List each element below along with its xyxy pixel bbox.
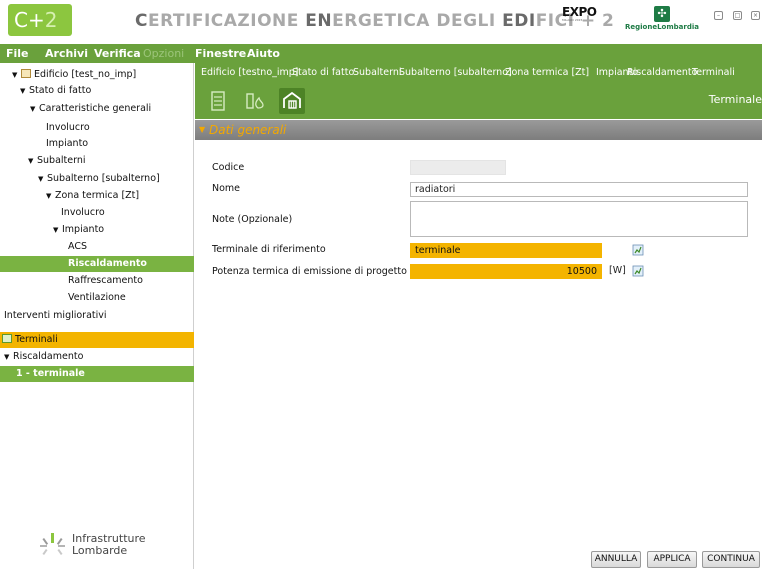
close-button[interactable]: × [751, 11, 760, 20]
logo-text: C+ [14, 8, 45, 32]
applica-button[interactable]: APPLICA [647, 551, 697, 568]
toolbar-title: Terminale [708, 93, 762, 106]
minimize-button[interactable]: – [714, 11, 723, 20]
tree-item-involucro[interactable]: Involucro [0, 120, 194, 136]
section-title: Dati generali [209, 123, 287, 137]
expand-icon[interactable]: ▼ [20, 83, 29, 99]
tree-item-stato-di-fatto[interactable]: ▼ Stato di fatto [0, 83, 194, 99]
breadcrumb-edificio[interactable]: Edificio [testno_imp] [201, 63, 299, 83]
note-textarea[interactable] [410, 201, 748, 237]
tree-item-edificio[interactable]: ▼ Edificio [test_no_imp] [0, 67, 194, 83]
terminale-select[interactable]: terminale [410, 243, 602, 258]
tree-item-ventilazione[interactable]: Ventilazione [0, 290, 194, 306]
breadcrumb-zona-termica[interactable]: Zona termica [Zt] [505, 63, 589, 83]
navigation-tree: ▼ Edificio [test_no_imp] ▼ Stato di fatto … [0, 63, 194, 569]
regione-mark-icon: ✣ [654, 6, 670, 22]
expand-icon[interactable]: ▼ [46, 188, 55, 204]
menu-aiuto[interactable]: Aiuto [247, 44, 280, 63]
tree-item-acs[interactable]: ACS [0, 239, 194, 255]
menu-finestre[interactable]: Finestre [195, 44, 246, 63]
tree-item-impianto[interactable]: Impianto [0, 136, 194, 152]
maximize-button[interactable]: □ [733, 11, 742, 20]
menu-verifica[interactable]: Verifica [94, 44, 141, 63]
collapse-icon[interactable]: ▼ [199, 125, 205, 134]
expand-icon[interactable]: ▼ [12, 67, 21, 83]
app-header: C+2 CERTIFICAZIONE ENERGETICA DEGLI EDIF… [0, 0, 762, 44]
menu-opzioni[interactable]: Opzioni [143, 44, 184, 63]
expand-icon[interactable]: ▼ [28, 153, 37, 169]
expand-icon[interactable]: ▼ [38, 171, 47, 187]
tree-item-riscaldamento[interactable]: Riscaldamento [0, 256, 194, 272]
breadcrumb-subalterno[interactable]: Subalterno [subalterno] [399, 63, 512, 83]
terminal-icon [2, 334, 12, 343]
note-label: Note (Opzionale) [212, 214, 293, 225]
codice-field [410, 160, 506, 175]
tree-item-involucro-zona[interactable]: Involucro [0, 205, 194, 221]
expand-icon[interactable]: ▼ [30, 101, 39, 117]
tree-item-interventi-migliorativi[interactable]: Interventi migliorativi [0, 308, 194, 324]
terminale-label: Terminale di riferimento [212, 244, 326, 255]
edit-terminale-icon[interactable] [632, 244, 644, 256]
tree-item-zona-termica[interactable]: ▼ Zona termica [Zt] [0, 188, 194, 204]
breadcrumb-riscaldamento[interactable]: Riscaldamento [627, 63, 697, 83]
tree-item-raffrescamento[interactable]: Raffrescamento [0, 273, 194, 289]
tree-item-impianto-zona[interactable]: ▼ Impianto [0, 222, 194, 238]
tree-item-caratteristiche-generali[interactable]: ▼ Caratteristiche generali [0, 101, 194, 117]
section-header-dati-generali[interactable]: ▼ Dati generali [195, 120, 762, 140]
breadcrumb-subalterni[interactable]: Subalterni [353, 63, 402, 83]
tree-item-subalterno[interactable]: ▼ Subalterno [subalterno] [0, 171, 194, 187]
codice-label: Codice [212, 162, 245, 173]
nome-input[interactable]: radiatori [410, 182, 748, 197]
menu-bar: File Archivi Verifica Opzioni Finestre A… [0, 44, 762, 63]
breadcrumb-terminali[interactable]: Terminali [692, 63, 735, 83]
potenza-input[interactable]: 10500 [410, 264, 602, 279]
flame-icon[interactable] [242, 88, 268, 114]
breadcrumb: Edificio [testno_imp] Stato di fatto Sub… [195, 63, 762, 83]
menu-file[interactable]: File [6, 44, 29, 63]
annulla-button[interactable]: ANNULLA [591, 551, 641, 568]
expand-icon[interactable]: ▼ [53, 222, 62, 238]
regione-lombardia-logo: ✣ RegioneLombardia [625, 6, 699, 31]
radiator-icon[interactable] [279, 88, 305, 114]
building-icon [21, 69, 31, 78]
list-icon[interactable] [205, 88, 231, 114]
menu-archivi[interactable]: Archivi [45, 44, 88, 63]
infrastrutture-mark-icon [40, 533, 65, 556]
app-logo: C+2 [8, 4, 72, 36]
edit-potenza-icon[interactable] [632, 265, 644, 277]
nome-label: Nome [212, 183, 241, 194]
logo-number: 2 [44, 8, 58, 32]
toolbar: Terminale [195, 83, 762, 119]
potenza-unit: [W] [609, 265, 626, 276]
breadcrumb-stato-di-fatto[interactable]: Stato di fatto [292, 63, 354, 83]
tree-item-riscaldamento-terminali[interactable]: ▼ Riscaldamento [0, 349, 194, 365]
continua-button[interactable]: CONTINUA [702, 551, 760, 568]
app-title: CERTIFICAZIONE ENERGETICA DEGLI EDIFICI … [135, 11, 615, 31]
panel-header-terminali[interactable]: Terminali [0, 332, 194, 348]
infrastrutture-lombarde-logo: Infrastrutture Lombarde [38, 530, 178, 560]
expand-icon[interactable]: ▼ [4, 349, 13, 365]
expo-logo: EXPO MILANO 2015 [562, 5, 597, 22]
tree-item-terminale[interactable]: 1 - terminale [0, 366, 194, 382]
potenza-label: Potenza termica di emissione di progetto [212, 266, 407, 277]
tree-item-subalterni[interactable]: ▼ Subalterni [0, 153, 194, 169]
